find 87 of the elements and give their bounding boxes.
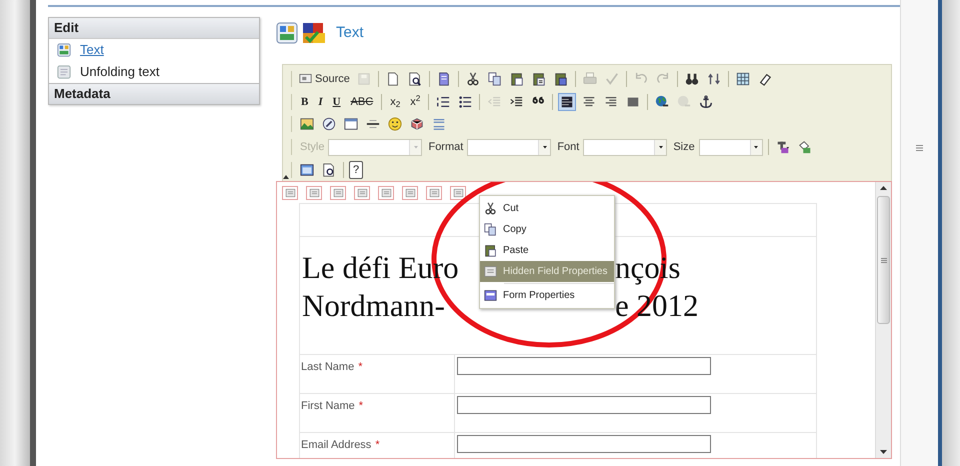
scissors-icon [484,202,497,215]
page-magnifier-icon[interactable] [408,72,422,86]
grid-icon[interactable] [736,72,750,86]
field-label: Last Name [301,360,354,375]
heading-text: Nordmann- [302,287,445,325]
field-label: Email Address [301,438,372,453]
format-button[interactable]: ? [349,161,364,180]
hidden-field-icon [452,188,464,198]
section-header[interactable]: Metadata [49,83,259,104]
combo-label: Font [557,140,580,156]
format-button[interactable]: x$^{2}$ [407,94,424,110]
grip-icon [916,145,923,151]
dropdown-field[interactable] [467,138,552,156]
layout-icon [276,22,298,44]
numbered-list-icon[interactable] [436,94,450,109]
clipboard-page-icon[interactable] [554,72,568,86]
hidden-field-icon [284,188,296,198]
clipboard-icon [484,244,497,257]
required-mark: * [358,399,364,414]
grip-icon [880,258,886,262]
binoculars-icon[interactable] [684,72,699,86]
table-icon[interactable] [344,117,358,132]
blank-page-icon[interactable] [386,72,400,86]
compass-icon[interactable] [322,117,336,132]
menu-item[interactable]: Paste [480,240,614,261]
monitor-icon [299,72,312,86]
copy-pages-icon[interactable] [488,72,502,86]
globe-icon[interactable] [655,94,670,109]
dropdown-field[interactable] [583,138,668,156]
scroll-down-icon [880,450,887,454]
format-button[interactable]: ABC [348,94,376,110]
source-button[interactable]: Source [298,70,351,88]
align-right-icon[interactable] [604,94,618,109]
paint-bucket-icon[interactable] [798,140,812,154]
menu-item[interactable]: Cut [480,198,614,219]
indent-icon[interactable] [509,94,524,109]
hidden-field-icon [332,188,344,198]
clipboard-text-icon[interactable] [532,72,546,86]
hidden-field-icon [380,188,392,198]
format-button[interactable]: B [298,94,312,110]
form-icon [484,289,497,302]
hidden-field-icon [484,265,497,278]
menu-item[interactable]: Copy [480,219,614,240]
eraser-icon[interactable] [758,72,772,86]
copy-pages-icon [484,223,497,236]
hidden-field-icon [308,188,320,198]
picture-icon[interactable] [300,117,314,132]
combo-label: Format [428,140,464,156]
field-label: First Name [301,399,355,414]
maximize-icon[interactable] [300,163,314,178]
align-left-icon[interactable] [560,94,574,109]
align-center-icon[interactable] [582,94,596,109]
swap-arrows-icon[interactable] [706,72,721,86]
colorful-grid-icon [302,21,326,45]
format-button[interactable]: x$_{2}$ [387,94,404,110]
menu-item[interactable]: Form Properties [480,285,614,306]
hidden-field-icon [428,188,440,198]
page-title: Text [336,22,364,43]
layout-icon [57,43,71,57]
hidden-field-icon [404,188,416,198]
format-button[interactable]: I [315,94,326,110]
section-header[interactable]: Edit [49,18,259,39]
text-color-icon[interactable] [776,140,790,154]
clipboard-icon[interactable] [510,72,524,86]
page-icon [57,65,71,79]
text-input-field[interactable] [457,396,711,414]
combo-label: Size [673,140,695,156]
collapse-icon [283,174,289,179]
dropdown-field[interactable] [328,138,422,156]
text-input-field[interactable] [457,435,711,453]
dropdown-field[interactable] [698,138,763,156]
cube-icon[interactable] [410,117,424,132]
sidebar-item[interactable]: Unfolding text [80,62,160,82]
scissors-icon[interactable] [466,72,480,86]
required-mark: * [375,438,380,453]
required-mark: * [358,360,362,375]
bullet-list-icon[interactable] [458,94,472,109]
hidden-field-icon [356,188,368,198]
scroll-up-icon [880,186,887,190]
format-button[interactable]: U [330,94,344,110]
text-input-field[interactable] [457,357,711,375]
anchor-icon[interactable] [699,94,714,109]
sidebar-item[interactable]: Text [80,40,104,60]
smiley-icon[interactable] [388,117,402,132]
page-search-icon[interactable] [322,163,336,178]
combo-label: Style [300,140,324,156]
page-lines-icon[interactable] [436,72,451,86]
